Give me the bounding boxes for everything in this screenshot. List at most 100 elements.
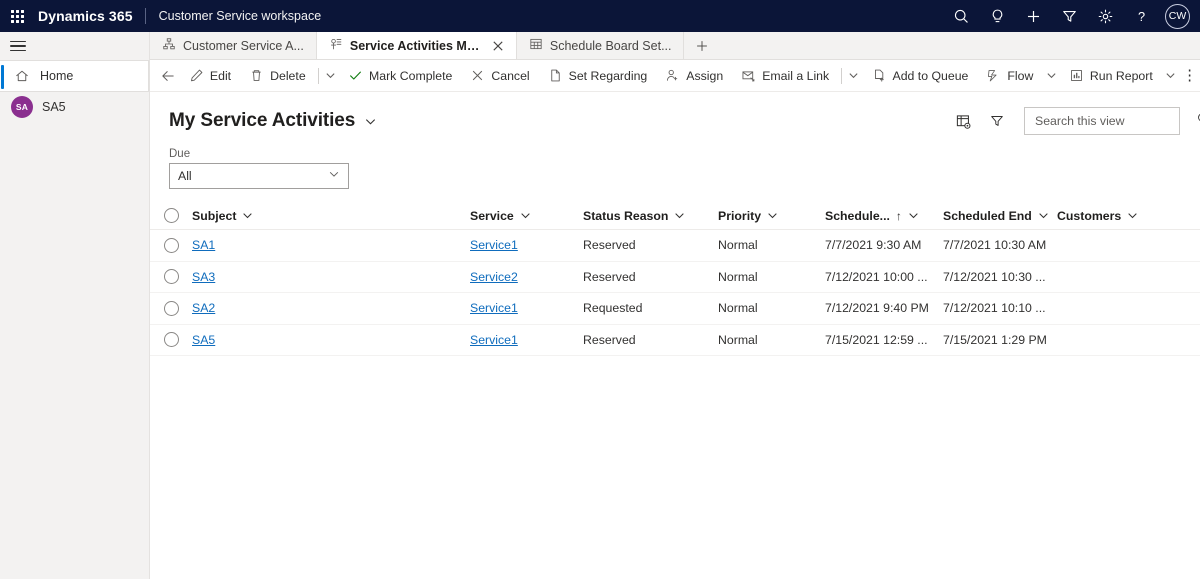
select-all-circle[interactable]	[150, 208, 192, 223]
select-all-radio[interactable]	[163, 208, 179, 223]
cell-scheduled-end: 7/15/2021 1:29 PM	[943, 332, 1047, 347]
app-launcher-icon[interactable]	[0, 0, 34, 32]
row-select-radio[interactable]	[163, 332, 179, 348]
row-select[interactable]	[150, 237, 192, 253]
row-select[interactable]	[150, 332, 192, 348]
column-header-status-reason[interactable]: Status Reason	[583, 209, 718, 223]
sidebar-item-label: Home	[40, 69, 74, 83]
cell-subject[interactable]: SA5	[192, 333, 470, 347]
chevron-down-icon[interactable]	[845, 61, 863, 91]
chevron-down-icon[interactable]	[1162, 61, 1180, 91]
row-select-radio[interactable]	[163, 300, 179, 316]
add-queue-icon	[872, 68, 887, 83]
delete-button[interactable]: Delete	[240, 61, 315, 91]
command-label: Mark Complete	[368, 68, 453, 83]
lightbulb-icon[interactable]	[979, 0, 1015, 32]
search-view-box[interactable]	[1024, 107, 1200, 135]
run-report-button[interactable]: Run Report	[1060, 61, 1162, 91]
gear-icon[interactable]	[1087, 0, 1123, 32]
column-header-subject[interactable]: Subject	[192, 209, 470, 223]
column-label: Priority	[718, 208, 762, 223]
subject-link[interactable]: SA5	[192, 333, 215, 347]
search-input[interactable]	[1033, 113, 1196, 129]
subject-link[interactable]: SA1	[192, 238, 215, 252]
app-header-actions: ? CW	[943, 0, 1200, 32]
command-overflow-button[interactable]: ⋮	[1179, 61, 1200, 91]
chevron-down-icon[interactable]	[242, 210, 253, 221]
hamburger-icon[interactable]	[0, 32, 150, 60]
cell-scheduled-end: 7/7/2021 10:30 AM	[943, 238, 1047, 253]
avatar[interactable]: CW	[1165, 3, 1190, 29]
column-header-customers[interactable]: Customers	[1057, 209, 1200, 223]
search-icon[interactable]	[1196, 111, 1200, 131]
brand-title[interactable]: Dynamics 365	[34, 8, 145, 24]
column-header-priority[interactable]: Priority	[718, 209, 825, 223]
column-label: Subject	[192, 208, 237, 223]
table-row[interactable]: SA2 Service1 Requested Normal 7/12/2021 …	[150, 293, 1200, 325]
edit-button[interactable]: Edit	[180, 61, 240, 91]
command-label: Set Regarding	[568, 68, 648, 83]
chevron-down-icon[interactable]	[908, 210, 919, 221]
due-filter-select[interactable]: All	[169, 163, 349, 189]
filter-icon[interactable]	[1051, 0, 1087, 32]
data-grid: Subject Service Status Reason Priority S…	[150, 202, 1200, 356]
service-link[interactable]: Service2	[470, 270, 518, 284]
subject-link[interactable]: SA2	[192, 301, 215, 315]
edit-columns-icon[interactable]	[948, 106, 978, 136]
cell-service[interactable]: Service1	[470, 333, 583, 347]
tab-label: Schedule Board Set...	[549, 38, 672, 53]
table-row[interactable]: SA5 Service1 Reserved Normal 7/15/2021 1…	[150, 325, 1200, 356]
search-icon[interactable]	[943, 0, 979, 32]
column-label: Service	[470, 208, 514, 223]
chevron-down-icon[interactable]	[520, 210, 531, 221]
column-header-service[interactable]: Service	[470, 209, 583, 223]
chevron-down-icon[interactable]	[364, 115, 377, 128]
close-icon[interactable]	[492, 39, 504, 53]
email-a-link-button[interactable]: Email a Link	[732, 61, 838, 91]
subject-link[interactable]: SA3	[192, 270, 215, 284]
set-regarding-button[interactable]: Set Regarding	[539, 61, 657, 91]
service-link[interactable]: Service1	[470, 301, 518, 315]
help-icon[interactable]: ?	[1123, 0, 1159, 32]
back-arrow-icon[interactable]	[156, 61, 180, 91]
row-select-radio[interactable]	[163, 269, 179, 285]
cancel-button[interactable]: Cancel	[461, 61, 538, 91]
flow-button[interactable]: Flow	[977, 61, 1042, 91]
command-label: Assign	[686, 68, 724, 83]
sidebar-item-home[interactable]: Home	[0, 60, 149, 92]
chevron-down-icon[interactable]	[1038, 210, 1049, 221]
cell-service[interactable]: Service1	[470, 301, 583, 315]
tab-customer-service-agent[interactable]: Customer Service A...	[150, 32, 317, 59]
chevron-down-icon[interactable]	[1127, 210, 1138, 221]
cell-subject[interactable]: SA3	[192, 270, 470, 284]
tab-schedule-board-settings[interactable]: Schedule Board Set...	[517, 32, 685, 59]
row-select[interactable]	[150, 300, 192, 316]
row-select[interactable]	[150, 269, 192, 285]
plus-icon[interactable]	[1015, 0, 1051, 32]
service-link[interactable]: Service1	[470, 333, 518, 347]
table-row[interactable]: SA3 Service2 Reserved Normal 7/12/2021 1…	[150, 262, 1200, 293]
cell-subject[interactable]: SA2	[192, 301, 470, 315]
tab-service-activities[interactable]: Service Activities My Ser...	[316, 32, 517, 59]
chevron-down-icon[interactable]	[321, 61, 339, 91]
sidebar-item-sa5[interactable]: SA SA5	[0, 92, 149, 122]
filter-icon[interactable]	[982, 106, 1012, 136]
mark-complete-button[interactable]: Mark Complete	[339, 61, 461, 91]
cell-subject[interactable]: SA1	[192, 238, 470, 252]
service-link[interactable]: Service1	[470, 238, 518, 252]
column-header-scheduled-end[interactable]: Scheduled End	[943, 209, 1057, 223]
chevron-down-icon[interactable]	[767, 210, 778, 221]
add-to-queue-button[interactable]: Add to Queue	[863, 61, 978, 91]
chevron-down-icon[interactable]	[674, 210, 685, 221]
table-row[interactable]: SA1 Service1 Reserved Normal 7/7/2021 9:…	[150, 230, 1200, 262]
assign-button[interactable]: Assign	[656, 61, 732, 91]
cell-status-reason: Reserved	[583, 332, 636, 347]
cell-service[interactable]: Service2	[470, 270, 583, 284]
due-filter-label: Due	[169, 148, 191, 160]
cell-service[interactable]: Service1	[470, 238, 583, 252]
row-select-radio[interactable]	[163, 237, 179, 253]
column-header-scheduled-start[interactable]: Schedule... ↑	[825, 209, 943, 223]
chevron-down-icon[interactable]	[1042, 61, 1060, 91]
new-tab-button[interactable]	[684, 32, 720, 59]
view-header: My Service Activities	[150, 92, 1200, 136]
